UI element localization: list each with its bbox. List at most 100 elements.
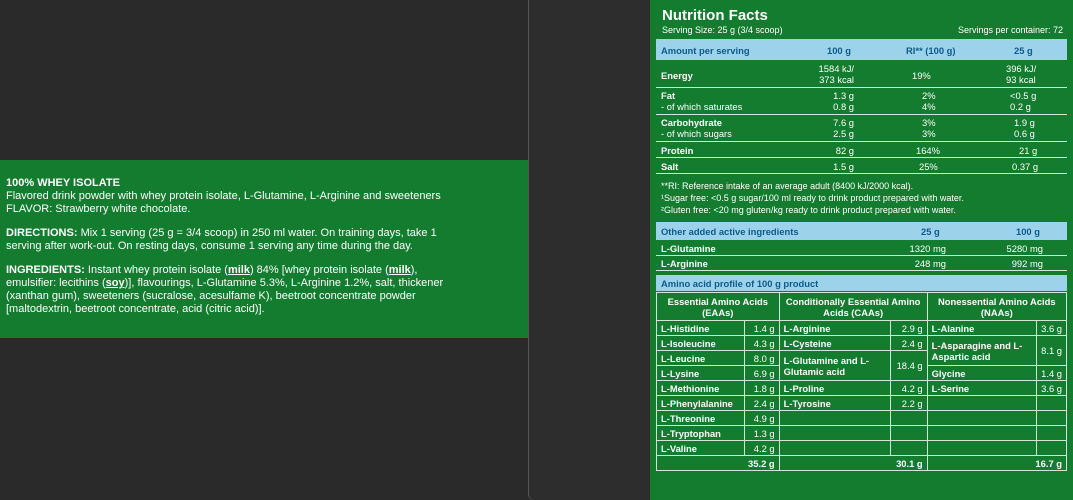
facts-title: Nutrition Facts xyxy=(662,7,768,24)
amino-name: L-Tyrosine xyxy=(778,395,892,411)
value: 25% xyxy=(919,161,938,172)
amino-row: L-Valine 4.2 g xyxy=(655,440,1067,456)
value: 0.2 g xyxy=(1010,101,1031,112)
amino-name: L-Threonine xyxy=(655,410,746,426)
value: 373 kcal xyxy=(819,74,854,85)
amino-cell xyxy=(890,425,928,441)
amino-value: 1.4 g xyxy=(1036,365,1067,381)
header-ri: RI** (100 g) xyxy=(906,45,956,56)
amino-value: 2.4 g xyxy=(890,335,928,351)
footnote-ri: **RI: Reference intake of an average adu… xyxy=(661,181,914,191)
value: 7.6 g xyxy=(833,117,854,128)
header-other: Other added active ingredients xyxy=(661,226,799,237)
amino-value: 8.0 g xyxy=(744,350,780,366)
allergen-soy: soy xyxy=(105,277,125,289)
amino-row: L-Tryptophan 1.3 g xyxy=(655,425,1067,441)
product-summary: 100% WHEY ISOLATE Flavored drink powder … xyxy=(6,177,461,216)
value: 1584 kJ/ xyxy=(818,63,854,74)
amino-header-row: Essential Amino Acids (EAAs) Conditionall… xyxy=(656,292,1068,321)
row-label: Carbohydrate xyxy=(661,117,722,128)
header-100g: 100 g xyxy=(827,45,851,56)
amino-name: L-Phenylalanine xyxy=(655,395,746,411)
header-25g: 25 g xyxy=(921,226,940,237)
amino-value: 4.2 g xyxy=(744,440,780,456)
row-salt: Salt 1.5 g 25% 0.37 g xyxy=(656,159,1067,174)
value: 5280 mg xyxy=(1006,243,1043,254)
amino-name: L-Valine xyxy=(655,440,746,456)
row-label: Protein xyxy=(661,145,694,156)
amino-row: L-Phenylalanine 2.4 g L-Tyrosine 2.2 g xyxy=(655,395,1067,411)
row-energy: Energy 1584 kJ/ 373 kcal 19% 396 kJ/ 93 … xyxy=(656,62,1067,88)
product-title: 100% WHEY ISOLATE xyxy=(6,177,120,189)
value: 2% xyxy=(922,90,936,101)
amino-cell xyxy=(1036,440,1067,456)
amino-cell xyxy=(1036,410,1067,426)
value: 164% xyxy=(916,145,940,156)
row-label: Fat xyxy=(661,90,676,101)
amino-name: L-Tryptophan xyxy=(655,425,746,441)
amino-value: 8.1 g xyxy=(1036,335,1067,366)
ingredients-text: Instant whey protein isolate ( xyxy=(87,264,228,276)
value: 0.37 g xyxy=(1012,161,1039,172)
header-amount: Amount per serving xyxy=(661,45,750,56)
amino-acid-header: Amino acid profile of 100 g product xyxy=(656,275,1067,291)
value: 93 kcal xyxy=(1006,74,1036,85)
value: 3% xyxy=(922,117,936,128)
row-label: L-Arginine xyxy=(661,258,708,269)
amino-value: 1.3 g xyxy=(744,425,780,441)
nutrition-facts: Nutrition Facts Serving Size: 25 g (3/4 … xyxy=(650,0,1073,500)
product-desc: Flavored drink powder with whey protein … xyxy=(6,190,441,202)
amino-name: L-Methionine xyxy=(655,380,746,396)
amino-value: 4.2 g xyxy=(890,380,928,396)
amino-cell xyxy=(890,440,928,456)
value: 0.6 g xyxy=(1014,128,1035,139)
amino-value: 1.4 g xyxy=(744,320,780,336)
amino-cell xyxy=(926,395,1038,411)
directions-label: DIRECTIONS: xyxy=(6,227,78,239)
row-protein: Protein 82 g 164% 21 g xyxy=(656,143,1067,158)
amino-value: 3.6 g xyxy=(1036,320,1067,336)
amino-cell xyxy=(778,410,892,426)
amino-cell xyxy=(778,440,892,456)
ingredients-text: ) 84% [whey protein isolate ( xyxy=(249,264,389,276)
header-100g: 100 g xyxy=(1016,226,1040,237)
amino-name: L-Asparagine and L-Aspartic acid xyxy=(926,335,1038,366)
amino-cell xyxy=(1036,395,1067,411)
value: 992 mg xyxy=(1011,258,1043,269)
value: 3% xyxy=(922,128,936,139)
allergen-milk: milk xyxy=(227,264,250,276)
row-sublabel: - of which sugars xyxy=(661,128,732,139)
amino-cell xyxy=(1036,425,1067,441)
amino-value: 18.4 g xyxy=(890,350,928,381)
product-description: 100% WHEY ISOLATE Flavored drink powder … xyxy=(0,160,528,338)
amino-col-header: Conditionally Essential Amino Acids (CAA… xyxy=(778,292,928,321)
value: 4% xyxy=(922,101,936,112)
header-25g: 25 g xyxy=(1014,45,1033,56)
row-sublabel: - of which saturates xyxy=(661,101,743,112)
value: 2.5 g xyxy=(833,128,854,139)
amino-name: L-Lysine xyxy=(655,365,746,381)
row-l-arginine: L-Arginine 248 mg 992 mg xyxy=(656,257,1067,271)
value: 1.5 g xyxy=(833,161,854,172)
amino-total-row: 35.2 g 30.1 g 16.7 g xyxy=(656,455,1068,471)
value: <0.5 g xyxy=(1010,90,1037,101)
amino-value: 3.6 g xyxy=(1036,380,1067,396)
row-fat: Fat - of which saturates 1.3 g 0.8 g 2% … xyxy=(656,89,1067,115)
amino-name: L-Cysteine xyxy=(778,335,892,351)
row-l-glutamine: L-Glutamine 1320 mg 5280 mg xyxy=(656,242,1067,256)
value: 21 g xyxy=(1019,145,1038,156)
amino-row: L-Isoleucine 4.3 g L-Cysteine 2.4 g L-Aspara… xyxy=(655,335,1067,366)
amino-value: 4.3 g xyxy=(744,335,780,351)
amino-total: 35.2 g xyxy=(656,455,780,471)
amino-cell xyxy=(778,425,892,441)
footnote-sugar: ¹Sugar free: <0.5 g sugar/100 ml ready t… xyxy=(661,193,964,203)
value: 248 mg xyxy=(914,258,946,269)
amino-value: 2.9 g xyxy=(890,320,928,336)
amino-cell xyxy=(926,410,1038,426)
amino-value: 4.9 g xyxy=(744,410,780,426)
value: 82 g xyxy=(835,145,854,156)
amino-acid-table: Essential Amino Acids (EAAs) Conditionall… xyxy=(655,292,1068,471)
amino-row: L-Histidine 1.4 g L-Arginine 2.9 g L-Alanine… xyxy=(655,320,1067,336)
row-label: Energy xyxy=(661,70,693,81)
servings-per-container: Servings per container: 72 xyxy=(957,25,1063,35)
